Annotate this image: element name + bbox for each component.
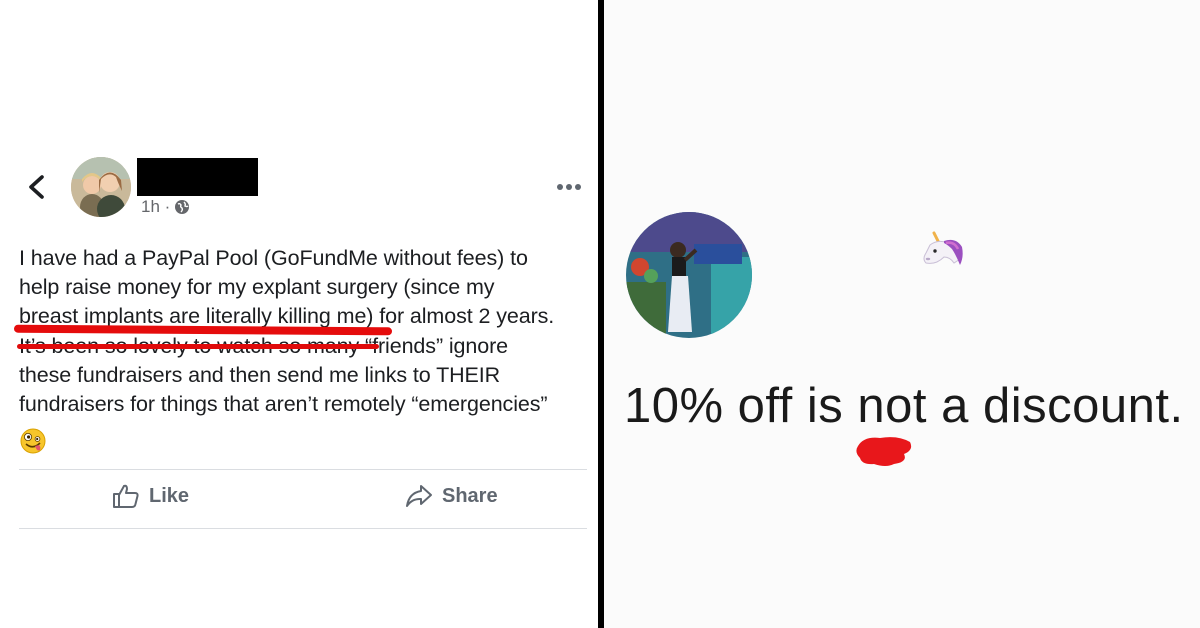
post-line: help raise money for my explant surgery … bbox=[19, 275, 495, 300]
author-avatar[interactable] bbox=[71, 157, 131, 217]
post-line: these fundraisers and then send me links… bbox=[19, 362, 501, 387]
post-meta: 1h · bbox=[141, 197, 190, 217]
post-line: It’s been so lovely to watch so many “fr… bbox=[17, 332, 594, 361]
more-horizontal-icon[interactable] bbox=[556, 180, 582, 194]
post-timestamp[interactable]: 1h · bbox=[141, 197, 170, 217]
facebook-post-panel: 1h · I have had a PayPal Pool (GoFundMe … bbox=[0, 0, 598, 628]
zany-face-icon bbox=[20, 428, 46, 454]
red-scribble-annotation bbox=[856, 437, 912, 466]
unicorn-icon bbox=[923, 231, 963, 265]
profile-quote-panel: 10% off is not a discount. bbox=[604, 0, 1200, 628]
share-label: Share bbox=[442, 484, 498, 507]
quote-text: 10% off is not a discount. bbox=[624, 379, 1184, 433]
like-button[interactable]: Like bbox=[112, 483, 189, 509]
profile-avatar[interactable] bbox=[626, 212, 752, 338]
chevron-left-icon[interactable] bbox=[26, 174, 48, 200]
thumbs-up-icon bbox=[113, 484, 139, 508]
post-action-bar: Like Share bbox=[19, 469, 587, 529]
share-arrow-icon bbox=[406, 485, 432, 507]
like-label: Like bbox=[149, 484, 190, 507]
post-line: I have had a PayPal Pool (GoFundMe witho… bbox=[19, 246, 528, 270]
redacted-author-name bbox=[137, 158, 258, 196]
globe-icon bbox=[175, 200, 190, 214]
post-line: fundraisers for things that aren’t remot… bbox=[19, 392, 548, 417]
share-button[interactable]: Share bbox=[405, 483, 498, 509]
